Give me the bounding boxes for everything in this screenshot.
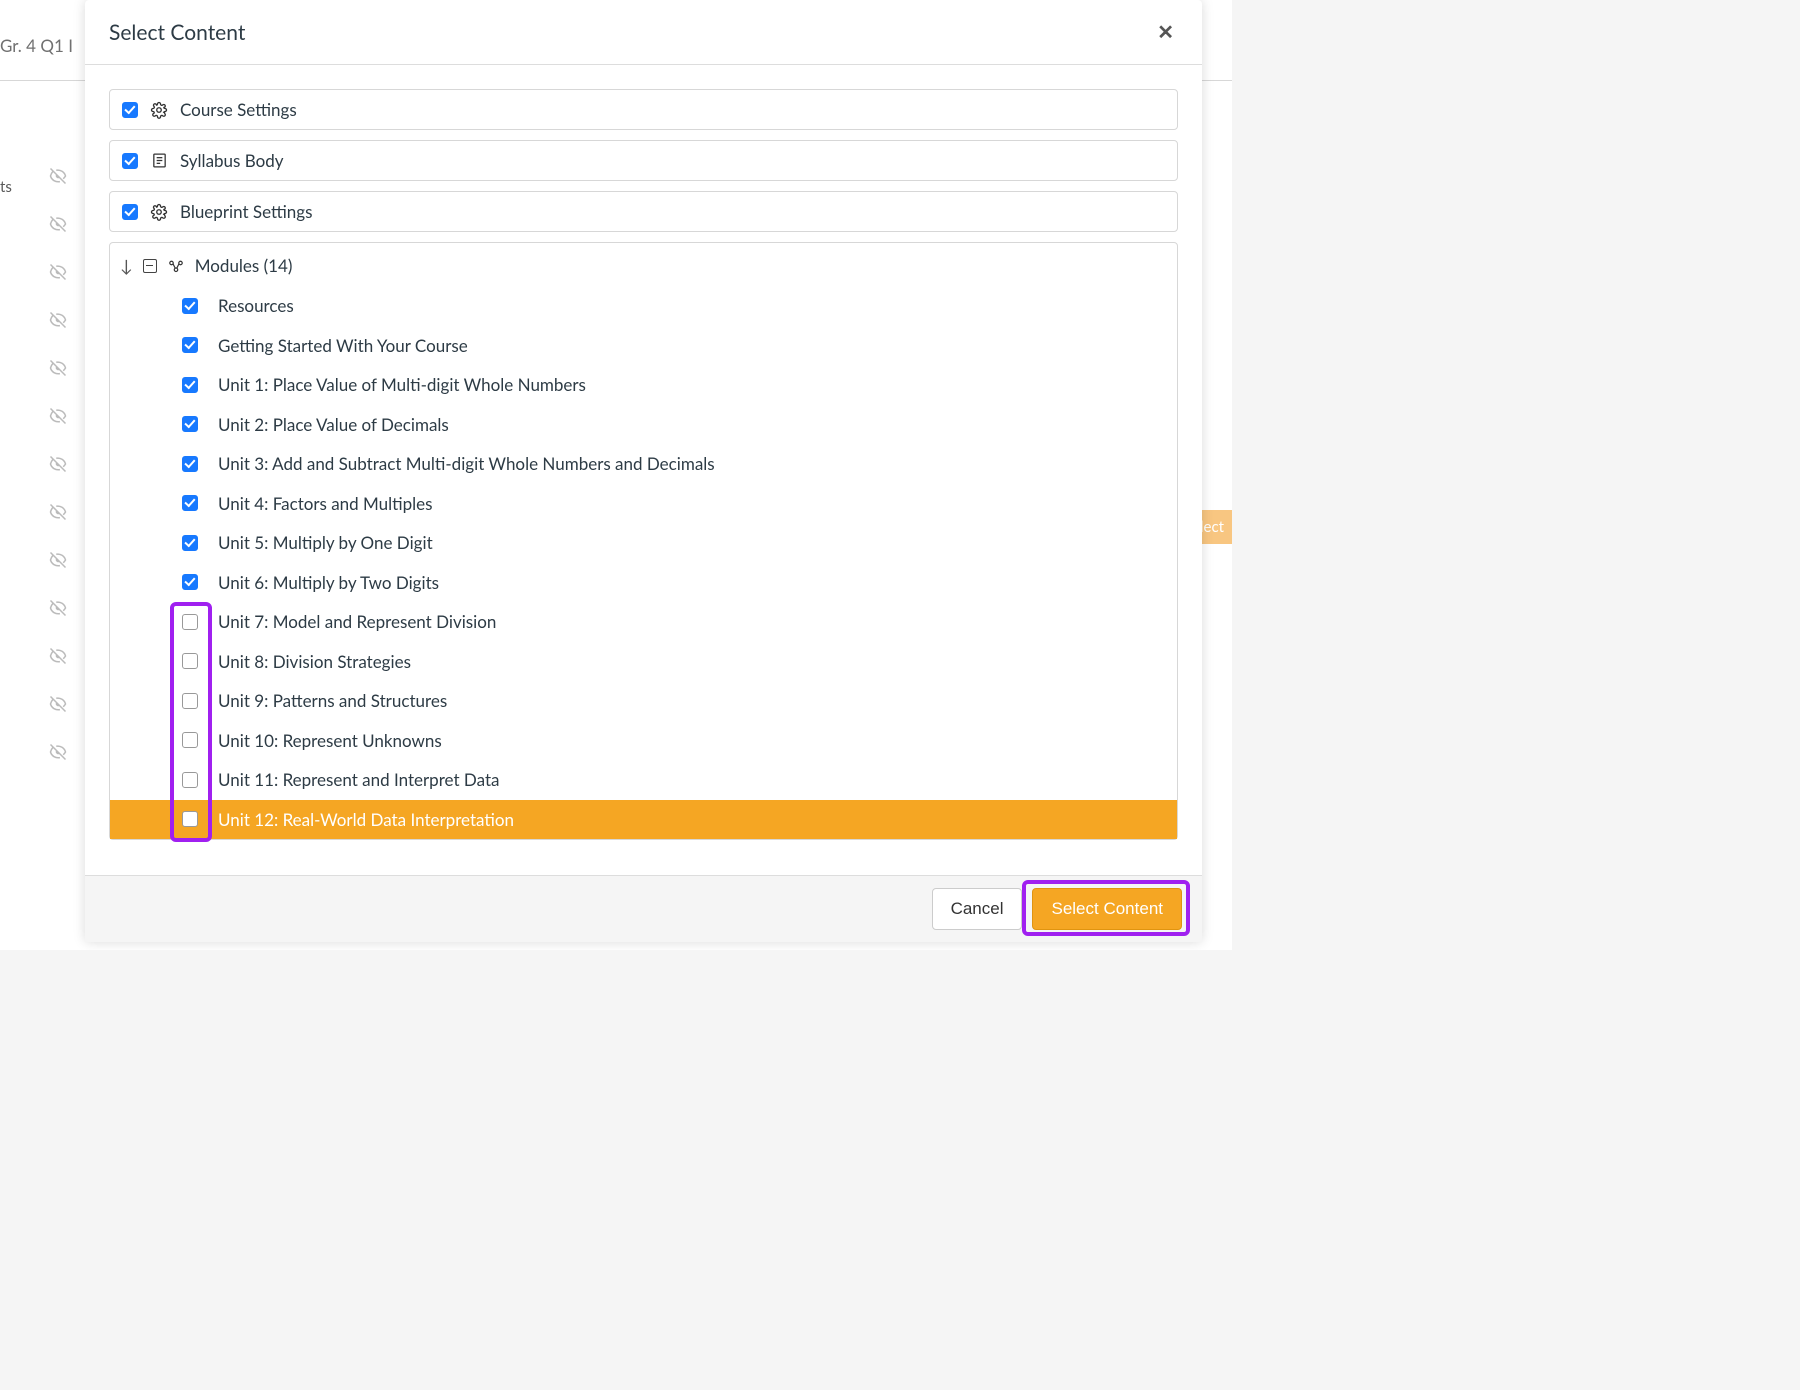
module-label: Unit 9: Patterns and Structures: [218, 690, 447, 711]
module-label: Getting Started With Your Course: [218, 335, 468, 356]
module-row[interactable]: Unit 9: Patterns and Structures: [110, 681, 1177, 721]
blueprint-settings-checkbox[interactable]: [122, 204, 138, 220]
module-checkbox[interactable]: [182, 574, 198, 590]
syllabus-body-label: Syllabus Body: [180, 150, 284, 171]
module-label: Unit 2: Place Value of Decimals: [218, 414, 449, 435]
module-row[interactable]: Unit 7: Model and Represent Division: [110, 602, 1177, 642]
visibility-off-icon: [48, 358, 68, 378]
module-label: Resources: [218, 295, 294, 316]
module-checkbox[interactable]: [182, 337, 198, 353]
close-icon[interactable]: ✕: [1153, 16, 1178, 48]
visibility-off-icon: [48, 502, 68, 522]
visibility-off-icon: [48, 694, 68, 714]
page-root: Gr. 4 Q1 I ts elect Select Content ✕: [0, 0, 1232, 950]
bg-visibility-column: [48, 166, 72, 762]
visibility-off-icon: [48, 310, 68, 330]
module-checkbox[interactable]: [182, 298, 198, 314]
modal-footer: Cancel Select Content: [85, 875, 1202, 942]
visibility-off-icon: [48, 646, 68, 666]
modules-header-label: Modules (14): [195, 255, 293, 276]
module-label: Unit 10: Represent Unknowns: [218, 730, 442, 751]
visibility-off-icon: [48, 550, 68, 570]
module-row[interactable]: Unit 2: Place Value of Decimals: [110, 405, 1177, 445]
course-settings-row[interactable]: Course Settings: [109, 89, 1178, 130]
select-content-modal: Select Content ✕ Course Settings Syllabu…: [85, 0, 1202, 942]
visibility-off-icon: [48, 742, 68, 762]
gear-icon: [150, 101, 168, 119]
modal-header: Select Content ✕: [85, 0, 1202, 65]
cancel-button[interactable]: Cancel: [932, 888, 1023, 930]
module-checkbox[interactable]: [182, 772, 198, 788]
module-row[interactable]: Getting Started With Your Course: [110, 326, 1177, 366]
arrow-down-icon[interactable]: ↓: [120, 255, 133, 276]
module-row[interactable]: Unit 11: Represent and Interpret Data: [110, 760, 1177, 800]
visibility-off-icon: [48, 598, 68, 618]
visibility-off-icon: [48, 406, 68, 426]
modal-title: Select Content: [109, 20, 245, 45]
visibility-off-icon: [48, 214, 68, 234]
bg-course-title-fragment: Gr. 4 Q1 I: [0, 35, 73, 56]
modules-partial-checkbox[interactable]: [143, 259, 157, 273]
module-row[interactable]: Unit 3: Add and Subtract Multi-digit Who…: [110, 444, 1177, 484]
course-settings-checkbox[interactable]: [122, 102, 138, 118]
visibility-off-icon: [48, 454, 68, 474]
visibility-off-icon: [48, 262, 68, 282]
module-checkbox[interactable]: [182, 653, 198, 669]
module-checkbox[interactable]: [182, 377, 198, 393]
module-checkbox[interactable]: [182, 693, 198, 709]
module-checkbox[interactable]: [182, 535, 198, 551]
module-row[interactable]: Resources: [110, 286, 1177, 326]
module-label: Unit 7: Model and Represent Division: [218, 611, 496, 632]
modules-header-row[interactable]: ↓ Modules (14): [110, 251, 1177, 286]
module-row[interactable]: Unit 6: Multiply by Two Digits: [110, 563, 1177, 603]
module-label: Unit 11: Represent and Interpret Data: [218, 769, 500, 790]
module-row[interactable]: Unit 10: Represent Unknowns: [110, 721, 1177, 761]
module-row[interactable]: Unit 12: Real-World Data Interpretation: [110, 800, 1177, 840]
syllabus-body-checkbox[interactable]: [122, 153, 138, 169]
module-label: Unit 3: Add and Subtract Multi-digit Who…: [218, 453, 715, 474]
syllabus-body-row[interactable]: Syllabus Body: [109, 140, 1178, 181]
module-checkbox[interactable]: [182, 456, 198, 472]
module-checkbox[interactable]: [182, 495, 198, 511]
gear-icon: [150, 203, 168, 221]
course-settings-label: Course Settings: [180, 99, 297, 120]
module-label: Unit 12: Real-World Data Interpretation: [218, 809, 514, 830]
module-label: Unit 8: Division Strategies: [218, 651, 411, 672]
module-checkbox[interactable]: [182, 614, 198, 630]
modal-body: Course Settings Syllabus Body Blueprint …: [85, 65, 1202, 875]
module-checkbox[interactable]: [182, 416, 198, 432]
blueprint-settings-label: Blueprint Settings: [180, 201, 313, 222]
bg-ts-fragment: ts: [0, 178, 12, 196]
module-label: Unit 5: Multiply by One Digit: [218, 532, 433, 553]
modules-icon: [167, 257, 185, 275]
module-row[interactable]: Unit 8: Division Strategies: [110, 642, 1177, 682]
syllabus-icon: [150, 152, 168, 170]
module-label: Unit 6: Multiply by Two Digits: [218, 572, 439, 593]
module-row[interactable]: Unit 4: Factors and Multiples: [110, 484, 1177, 524]
module-label: Unit 4: Factors and Multiples: [218, 493, 433, 514]
module-checkbox[interactable]: [182, 811, 198, 827]
module-checkbox[interactable]: [182, 732, 198, 748]
modules-list: Resources Getting Started With Your Cours…: [110, 286, 1177, 839]
module-row[interactable]: Unit 1: Place Value of Multi-digit Whole…: [110, 365, 1177, 405]
blueprint-settings-row[interactable]: Blueprint Settings: [109, 191, 1178, 232]
module-label: Unit 1: Place Value of Multi-digit Whole…: [218, 374, 586, 395]
visibility-off-icon: [48, 166, 68, 186]
module-row[interactable]: Unit 5: Multiply by One Digit: [110, 523, 1177, 563]
select-content-button[interactable]: Select Content: [1032, 888, 1182, 930]
modules-group: ↓ Modules (14) Resources Getting Started …: [109, 242, 1178, 840]
